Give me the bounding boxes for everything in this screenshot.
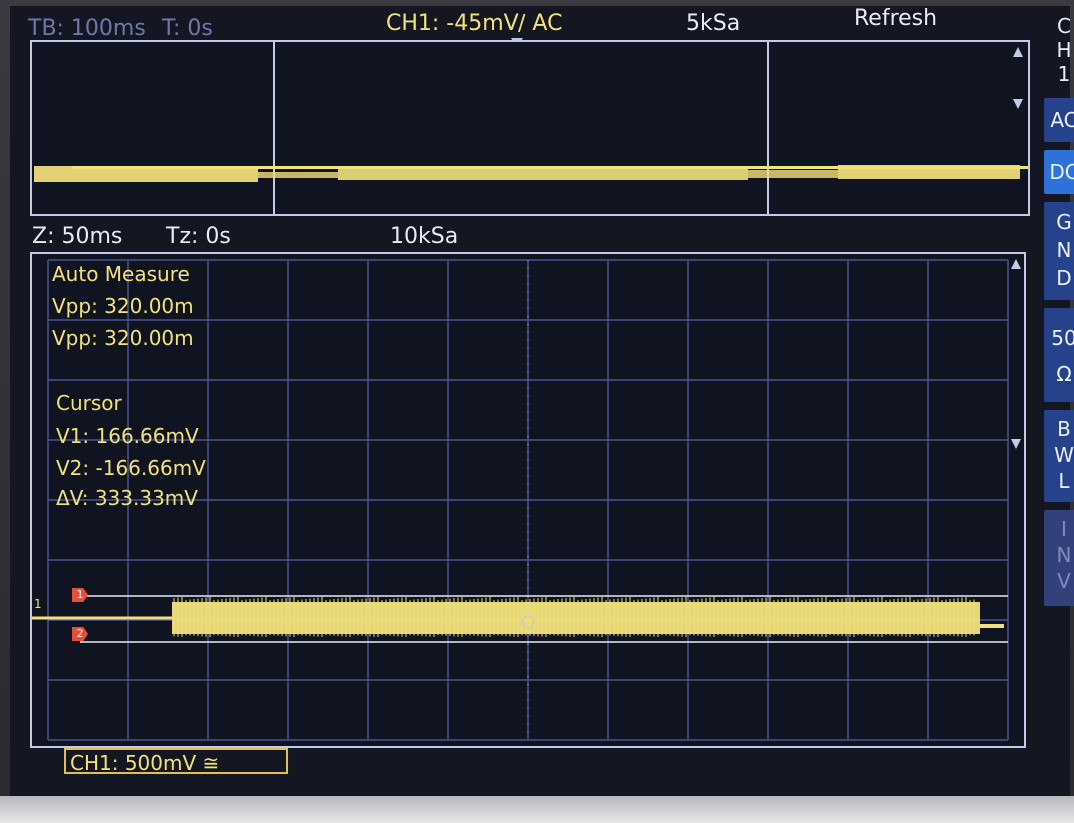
coupling-gnd-button[interactable]: G N D [1044, 202, 1074, 300]
mode-label[interactable]: Refresh [854, 6, 937, 32]
zoom-time-label: Tz: 0s [166, 224, 231, 249]
trigger-time-label: T: 0s [162, 16, 213, 41]
scroll-down-icon[interactable] [1010, 438, 1022, 450]
zoom-label: Z: 50ms [32, 224, 123, 249]
oscilloscope-frame: TB: 100ms T: 0s CH1: -45mV ∕ AC 5kSa Ref… [0, 0, 1074, 823]
cursor-v1: V1: 166.66mV [56, 424, 199, 448]
overview-trace [34, 42, 1028, 214]
impedance-50ohm-button[interactable]: 50 Ω [1044, 308, 1074, 402]
cursor-title: Cursor [56, 391, 122, 415]
coupling-dc-button[interactable]: DC [1044, 150, 1074, 194]
overview-panel [30, 40, 1030, 216]
measure-vpp-2: Vpp: 320.00m [52, 326, 194, 350]
zoom-sample-rate-label: 10kSa [390, 224, 459, 249]
coupling-label: ∕ AC [518, 11, 563, 36]
timebase-label: TB: 100ms [28, 16, 146, 41]
cursor-v2: V2: -166.66mV [56, 456, 206, 480]
sample-rate-label: 5kSa [686, 11, 741, 36]
measure-vpp-1: Vpp: 320.00m [52, 294, 194, 318]
auto-measure-title: Auto Measure [52, 262, 190, 286]
scroll-up-icon[interactable] [1012, 46, 1024, 58]
scroll-up-icon[interactable] [1010, 258, 1022, 270]
scroll-down-icon[interactable] [1012, 98, 1024, 110]
device-bezel [0, 796, 1074, 823]
invert-button[interactable]: I N V [1044, 510, 1074, 606]
ch1-reference-marker[interactable]: 1 [34, 597, 42, 611]
channel-setting-label: CH1: -45mV [386, 11, 519, 36]
coupling-ac-button[interactable]: AC [1044, 98, 1074, 142]
cursor-delta: ΔV: 333.33mV [56, 486, 198, 510]
channel-scale-box[interactable]: CH1: 500mV ≅ [64, 748, 288, 775]
trace-burst [172, 602, 980, 634]
channel-selector[interactable]: C H 1 [1044, 14, 1074, 94]
bandwidth-limit-button[interactable]: B W L [1044, 410, 1074, 502]
oscilloscope-screen: TB: 100ms T: 0s CH1: -45mV ∕ AC 5kSa Ref… [10, 6, 1074, 796]
